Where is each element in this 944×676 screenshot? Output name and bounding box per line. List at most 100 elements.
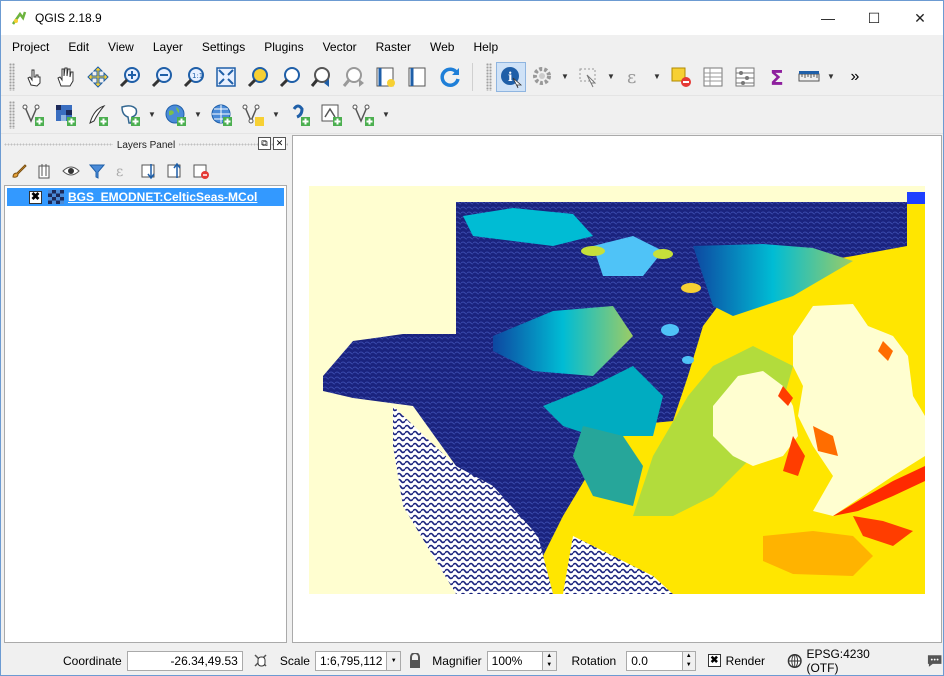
- rotation-spinner[interactable]: ▲ ▼: [682, 650, 697, 671]
- new-map-view-icon: [376, 67, 395, 87]
- spatialite-icon: [321, 104, 342, 126]
- add-spatialite-layer-button[interactable]: [317, 100, 347, 130]
- wfs-dropdown-arrow[interactable]: ▼: [381, 100, 391, 130]
- zoom-actual-size-icon: 1:1: [183, 66, 204, 87]
- select-features-button[interactable]: [574, 62, 604, 92]
- add-virtual-layer-button[interactable]: [285, 100, 315, 130]
- add-raster-layer-button[interactable]: [51, 100, 81, 130]
- add-vector-layer-button[interactable]: [19, 100, 49, 130]
- refresh-button[interactable]: [435, 62, 465, 92]
- action-dropdown-arrow[interactable]: ▼: [560, 62, 570, 92]
- minimize-button[interactable]: —: [805, 1, 851, 35]
- new-bookmark-button[interactable]: [403, 62, 433, 92]
- deselect-features-button[interactable]: [666, 62, 696, 92]
- zoom-next-button[interactable]: [339, 62, 369, 92]
- coordinate-field[interactable]: -26.34,49.53: [126, 650, 243, 671]
- open-field-calculator-button[interactable]: [730, 62, 760, 92]
- add-wcs-layer-button[interactable]: [207, 100, 237, 130]
- add-raster-icon: [56, 104, 76, 126]
- menu-settings[interactable]: Settings: [191, 40, 253, 54]
- lock-scale-button[interactable]: [405, 650, 424, 672]
- window-title: QGIS 2.18.9: [35, 11, 102, 25]
- style-layer-button[interactable]: [8, 160, 30, 182]
- layer-tree-item[interactable]: ✖ BGS_EMODNET:CelticSeas-MCol: [7, 188, 284, 206]
- layer-visibility-checkbox[interactable]: ✖: [29, 190, 42, 204]
- crs-globe-icon[interactable]: [787, 653, 802, 669]
- zoom-native-resolution-button[interactable]: 1:1: [179, 62, 209, 92]
- filter-legend-button[interactable]: [86, 160, 108, 182]
- add-wms-layer-button[interactable]: [161, 100, 191, 130]
- new-shapefile-layer-button[interactable]: [239, 100, 269, 130]
- measure-dropdown-arrow[interactable]: ▼: [826, 62, 836, 92]
- sigma-icon: Σ: [770, 66, 784, 89]
- menu-project[interactable]: Project: [1, 40, 57, 54]
- measure-line-button[interactable]: [794, 62, 824, 92]
- coordinate-extents-toggle[interactable]: [249, 650, 274, 672]
- select-by-expression-button[interactable]: ε: [620, 62, 650, 92]
- menu-help[interactable]: Help: [462, 40, 506, 54]
- wms-dropdown-arrow[interactable]: ▼: [193, 100, 203, 130]
- select-dropdown-arrow[interactable]: ▼: [606, 62, 616, 92]
- maximize-button[interactable]: ☐: [851, 1, 897, 35]
- expand-all-button[interactable]: [138, 160, 160, 182]
- zoom-out-button[interactable]: [147, 62, 177, 92]
- remove-layer-button[interactable]: [190, 160, 212, 182]
- add-group-button[interactable]: [34, 160, 56, 182]
- zoom-out-icon: [151, 66, 172, 87]
- menu-view[interactable]: View: [97, 40, 142, 54]
- add-delimited-text-button[interactable]: [83, 100, 113, 130]
- magnifier-spinner[interactable]: ▲ ▼: [542, 650, 557, 671]
- menu-plugins[interactable]: Plugins: [253, 40, 311, 54]
- add-wfs-layer-button[interactable]: [349, 100, 379, 130]
- menu-web[interactable]: Web: [419, 40, 462, 54]
- elephant-icon: [121, 104, 140, 126]
- magnifier-field[interactable]: 100%: [486, 650, 543, 671]
- manage-map-themes-button[interactable]: [60, 160, 82, 182]
- menu-vector[interactable]: Vector: [312, 40, 365, 54]
- panel-close-button[interactable]: ✕: [273, 137, 286, 150]
- crs-status-label[interactable]: EPSG:4230 (OTF): [806, 647, 901, 675]
- rotation-label: Rotation: [571, 653, 617, 668]
- touch-zoom-button[interactable]: [19, 62, 49, 92]
- menu-edit[interactable]: Edit: [57, 40, 97, 54]
- run-feature-action-button[interactable]: [528, 62, 558, 92]
- database-layer-dropdown-arrow[interactable]: ▼: [147, 100, 157, 130]
- gear-icon: [533, 66, 551, 85]
- new-layer-dropdown-arrow[interactable]: ▼: [271, 100, 281, 130]
- zoom-to-layer-button[interactable]: [275, 62, 305, 92]
- pan-to-selection-button[interactable]: [83, 62, 113, 92]
- messages-icon[interactable]: [926, 653, 943, 669]
- expression-dropdown-arrow[interactable]: ▼: [652, 62, 662, 92]
- menu-raster[interactable]: Raster: [365, 40, 419, 54]
- show-statistical-summary-button[interactable]: Σ: [762, 62, 792, 92]
- collapse-all-button[interactable]: [164, 160, 186, 182]
- render-checkbox[interactable]: ✖: [708, 654, 721, 667]
- pan-button[interactable]: [51, 62, 81, 92]
- map-navigation-toolbar: 1:1 i ▼ ▼ ε ▼ Σ ▼ »: [1, 58, 943, 96]
- layers-panel-title: Layers Panel: [112, 139, 180, 151]
- identify-features-button[interactable]: i: [496, 61, 526, 92]
- svg-text:i: i: [508, 70, 513, 84]
- status-bar: Coordinate -26.34,49.53 Scale 1:6,795,11…: [1, 646, 943, 675]
- toolbar-grip[interactable]: [9, 100, 15, 129]
- zoom-full-button[interactable]: [211, 62, 241, 92]
- new-map-view-button[interactable]: [371, 62, 401, 92]
- zoom-in-button[interactable]: [115, 62, 145, 92]
- map-canvas[interactable]: [292, 135, 942, 643]
- zoom-in-icon: [119, 66, 140, 87]
- add-postgis-layer-button[interactable]: [115, 100, 145, 130]
- scale-combobox[interactable]: 1:6,795,112: [314, 650, 388, 671]
- panel-float-button[interactable]: ⧉: [258, 137, 271, 150]
- toolbar-grip[interactable]: [9, 62, 15, 91]
- scale-dropdown-arrow[interactable]: ▼: [387, 650, 401, 671]
- open-attribute-table-button[interactable]: [698, 62, 728, 92]
- close-button[interactable]: ✕: [897, 1, 943, 35]
- zoom-last-button[interactable]: [307, 62, 337, 92]
- add-group-icon: [38, 164, 50, 179]
- toolbar-overflow-button[interactable]: »: [840, 62, 870, 92]
- menu-layer[interactable]: Layer: [142, 40, 191, 54]
- toolbar-grip[interactable]: [486, 62, 492, 91]
- zoom-to-selection-button[interactable]: [243, 62, 273, 92]
- rotation-field[interactable]: 0.0: [626, 650, 683, 671]
- filter-by-expression-button[interactable]: ε: [112, 160, 134, 182]
